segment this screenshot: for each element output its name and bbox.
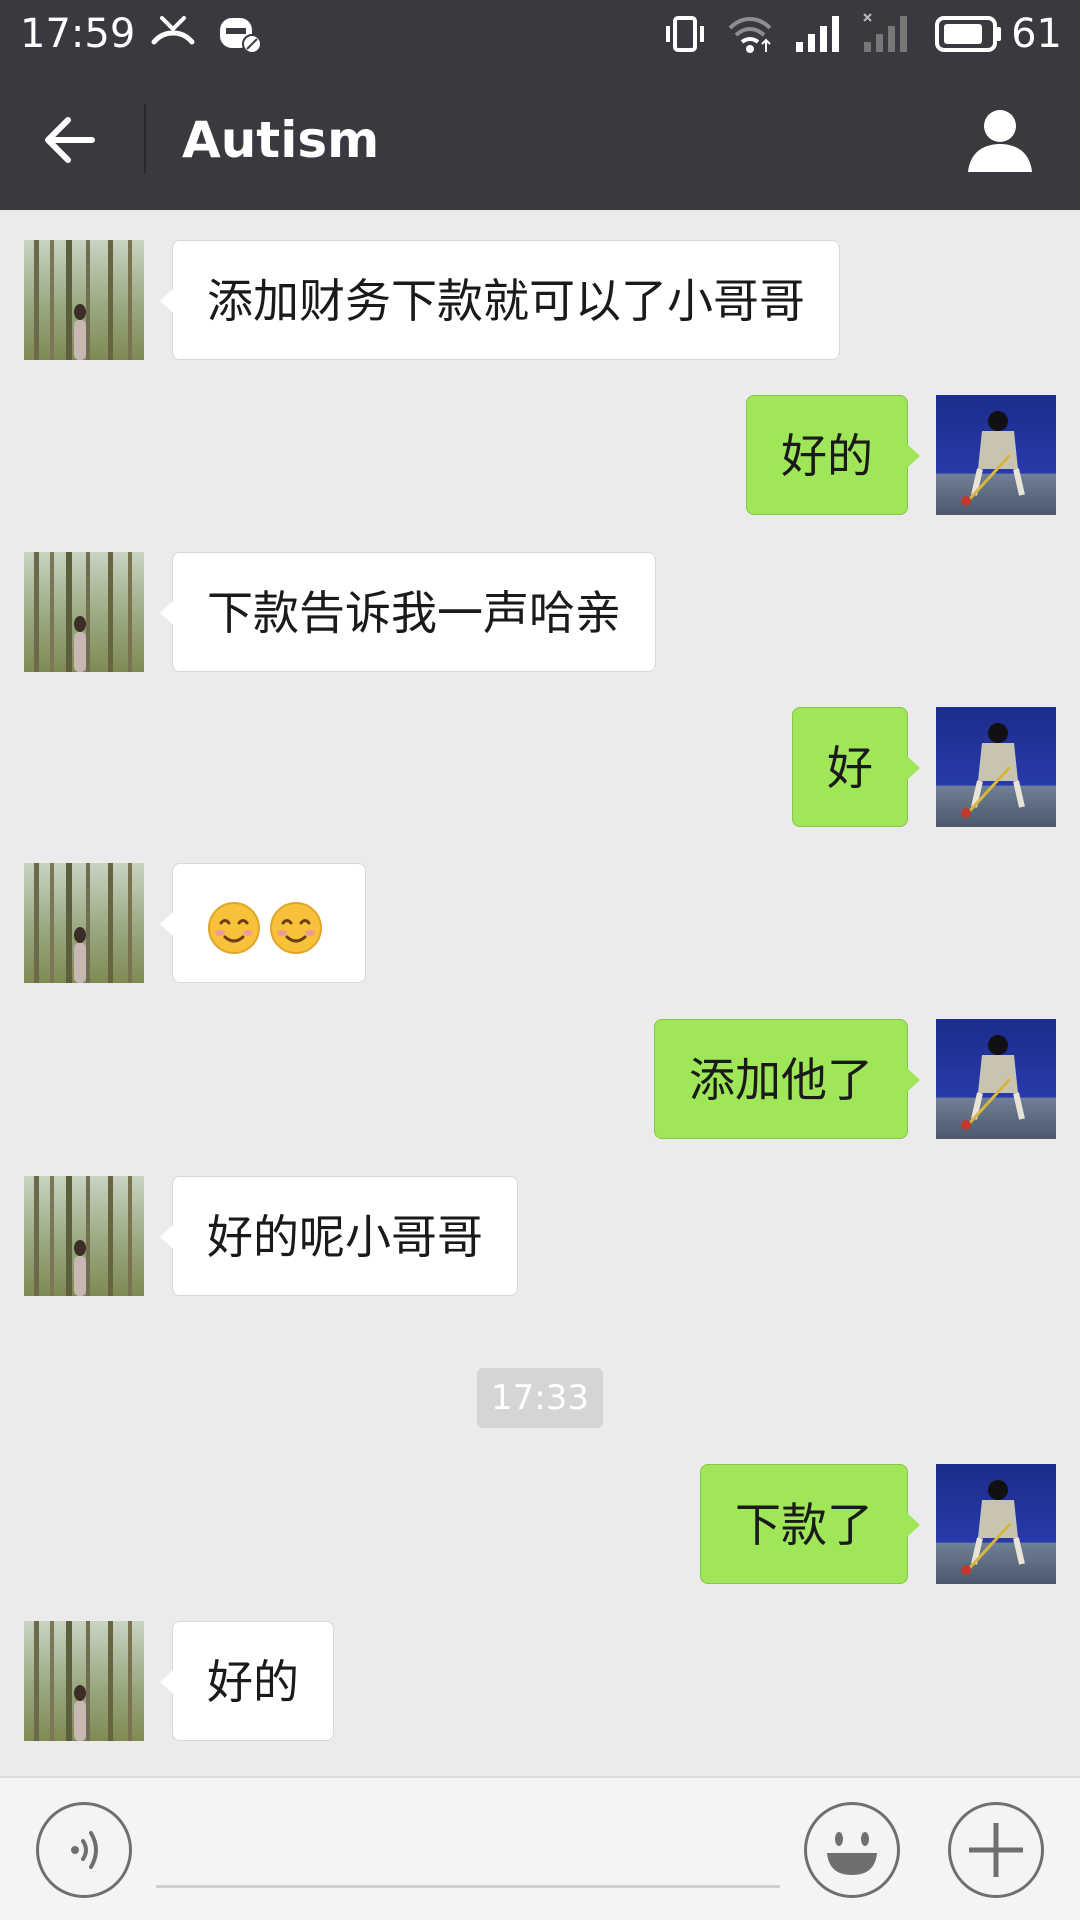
user-avatar[interactable] bbox=[936, 1019, 1056, 1139]
message-bubble[interactable]: 下款了 bbox=[700, 1464, 920, 1584]
message-sent: 下款了 bbox=[0, 1464, 1080, 1584]
battery-level: 61 bbox=[1011, 11, 1062, 57]
message-bubble[interactable]: 好的呢小哥哥 bbox=[160, 1176, 518, 1296]
message-received: 下款告诉我一声哈亲 bbox=[0, 552, 1080, 672]
message-bubble[interactable]: 下款告诉我一声哈亲 bbox=[160, 552, 656, 672]
chat-title: Autism bbox=[182, 111, 380, 169]
voice-button[interactable] bbox=[36, 1802, 132, 1898]
message-received: 好的 bbox=[0, 1621, 1080, 1741]
vibrate-icon bbox=[666, 16, 704, 52]
message-list[interactable]: 添加财务下款就可以了小哥哥 好的 下款告诉我一声哈亲 好 添加他了 好的呢小哥哥… bbox=[0, 210, 1080, 1776]
missed-call-icon bbox=[151, 16, 195, 45]
message-bubble[interactable]: 添加财务下款就可以了小哥哥 bbox=[160, 240, 840, 360]
contact-avatar[interactable] bbox=[24, 1176, 144, 1296]
do-not-disturb-icon bbox=[220, 18, 262, 54]
message-bubble[interactable]: 好 bbox=[792, 707, 920, 827]
user-avatar[interactable] bbox=[936, 395, 1056, 515]
back-arrow-icon bbox=[45, 117, 95, 163]
message-sent: 添加他了 bbox=[0, 1019, 1080, 1139]
status-time: 17:59 bbox=[20, 11, 136, 57]
message-received bbox=[0, 863, 1080, 983]
smile-blush-emoji-icon bbox=[208, 901, 260, 954]
signal-icon bbox=[796, 16, 839, 52]
message-timestamp: 17:33 bbox=[477, 1368, 603, 1428]
battery-icon bbox=[935, 16, 1001, 52]
message-received: 好的呢小哥哥 bbox=[0, 1176, 1080, 1296]
contact-avatar[interactable] bbox=[24, 240, 144, 360]
voice-icon bbox=[71, 1831, 98, 1869]
profile-icon bbox=[968, 110, 1032, 172]
contact-avatar[interactable] bbox=[24, 552, 144, 672]
more-button[interactable] bbox=[948, 1802, 1044, 1898]
emoji-icon bbox=[827, 1832, 877, 1875]
title-divider bbox=[144, 104, 146, 174]
message-input[interactable] bbox=[156, 1818, 780, 1888]
user-avatar[interactable] bbox=[936, 1464, 1056, 1584]
message-bubble[interactable]: 好的 bbox=[746, 395, 920, 515]
back-button[interactable] bbox=[34, 100, 114, 180]
input-bar bbox=[0, 1776, 1080, 1920]
profile-button[interactable] bbox=[960, 100, 1040, 180]
message-received: 添加财务下款就可以了小哥哥 bbox=[0, 240, 1080, 360]
message-bubble[interactable] bbox=[160, 863, 366, 983]
emoji-button[interactable] bbox=[804, 1802, 900, 1898]
signal-empty-icon bbox=[863, 13, 907, 52]
status-bar: 17:59 61 bbox=[0, 0, 1080, 70]
message-bubble[interactable]: 好的 bbox=[160, 1621, 334, 1741]
user-avatar[interactable] bbox=[936, 707, 1056, 827]
plus-icon bbox=[969, 1823, 1023, 1877]
contact-avatar[interactable] bbox=[24, 863, 144, 983]
smile-blush-emoji-icon bbox=[270, 901, 322, 954]
message-bubble[interactable]: 添加他了 bbox=[654, 1019, 920, 1139]
chat-header: Autism bbox=[0, 70, 1080, 210]
contact-avatar[interactable] bbox=[24, 1621, 144, 1741]
message-sent: 好的 bbox=[0, 395, 1080, 515]
wifi-icon bbox=[728, 17, 772, 53]
message-sent: 好 bbox=[0, 707, 1080, 827]
